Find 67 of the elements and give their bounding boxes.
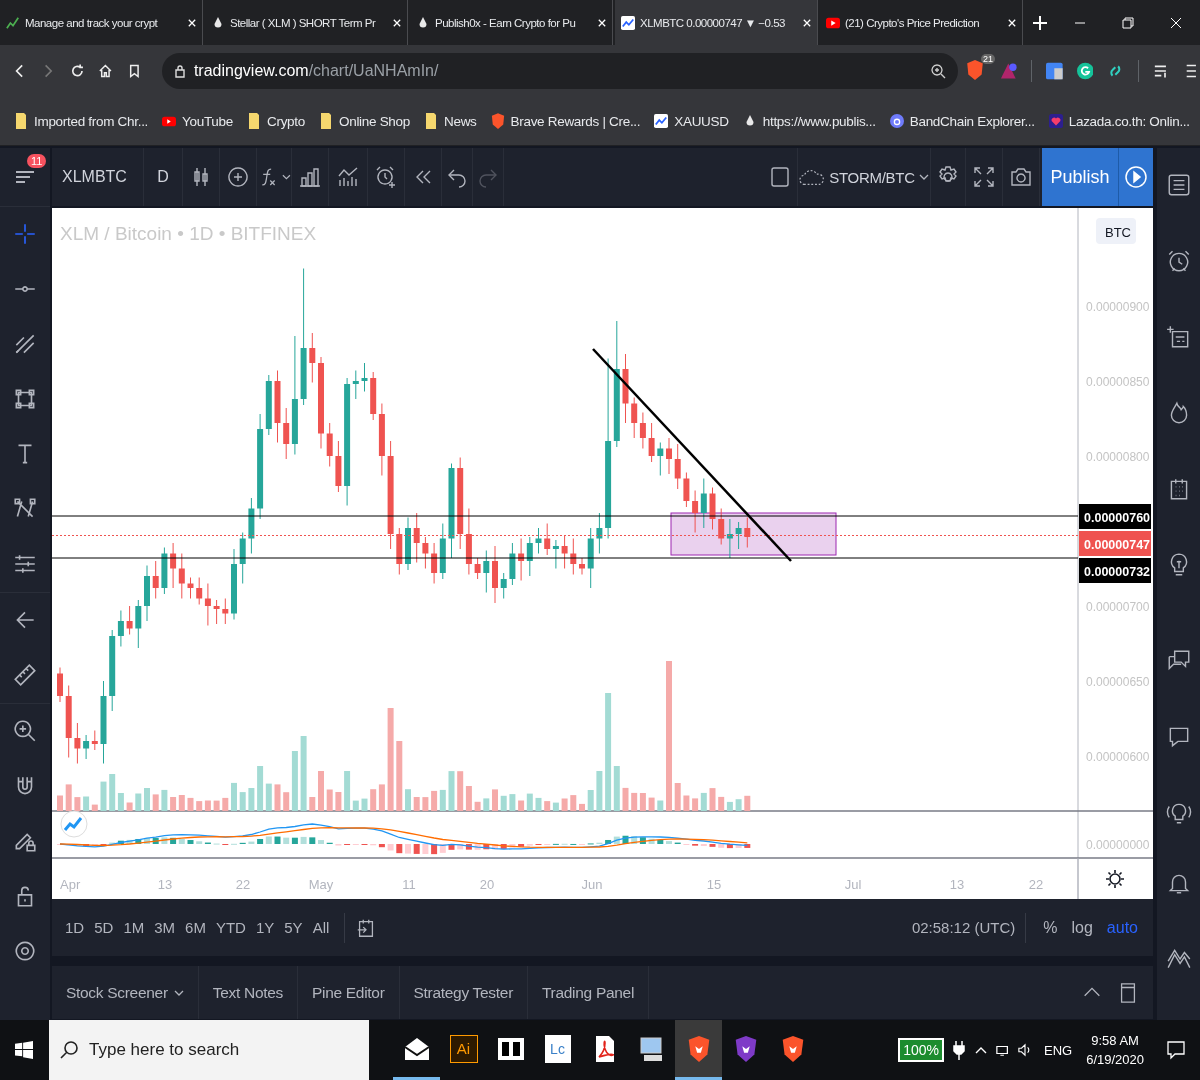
range-button[interactable]: 6M	[180, 915, 211, 940]
price-tick: 0.00000700	[1086, 600, 1150, 614]
panel-tab[interactable]: Stock Screener	[52, 966, 199, 1019]
bookmark[interactable]: https://www.publis...	[742, 112, 876, 130]
interval-button[interactable]: D	[144, 148, 183, 206]
range-button[interactable]: 5D	[89, 915, 119, 940]
bookmark[interactable]: Brave Rewards | Cre...	[490, 112, 641, 130]
taskbar-app[interactable]: Lc	[534, 1020, 581, 1080]
price-label: 0.00000732	[1079, 558, 1151, 583]
browser-tab[interactable]: XLMBTC 0.00000747 ▼ −0.53	[615, 0, 818, 45]
notification-badge: 11	[27, 154, 47, 168]
time-tick: 15	[706, 877, 722, 892]
search-bar[interactable]: Type here to search	[49, 1020, 369, 1080]
scale-toggle[interactable]: %	[1036, 914, 1065, 941]
search-field[interactable]: Type here to search	[87, 1039, 351, 1061]
time-tick: 13	[949, 877, 965, 892]
range-button[interactable]: 3M	[149, 915, 181, 940]
bookmark[interactable]: News	[424, 112, 477, 130]
panel-tab[interactable]: Pine Editor	[298, 966, 400, 1019]
time-tick: 20	[479, 877, 495, 892]
publish-button[interactable]: Publish	[1042, 148, 1118, 206]
app-icon: Ai	[449, 1034, 478, 1063]
price-tick: 0.00000000	[1086, 838, 1150, 852]
price-tick: 0.00000600	[1086, 750, 1150, 764]
time-tick: Apr	[60, 877, 81, 892]
range-button[interactable]: All	[307, 915, 335, 940]
range-button[interactable]: YTD	[210, 915, 251, 940]
shields-count: 21	[981, 54, 996, 64]
price-tick: 0.00000900	[1086, 300, 1150, 314]
bookmark[interactable]: YouTube	[162, 112, 233, 130]
price-tick: 0.00000650	[1086, 675, 1150, 689]
range-button[interactable]: 1Y	[250, 915, 280, 940]
time-tick: 22	[235, 877, 251, 892]
bookmark[interactable]: Online Shop	[318, 112, 410, 130]
time-tick: 22	[1028, 877, 1044, 892]
panel-tab[interactable]: Trading Panel	[528, 966, 650, 1019]
layout-button[interactable]: STORM/BTC	[798, 148, 931, 206]
address-field[interactable]: tradingview.com/chart/UaNHAmIn/	[161, 53, 959, 89]
clock-text: 02:58:12 (UTC)	[911, 919, 1016, 936]
app-icon: Lc	[544, 1034, 571, 1063]
bookmark[interactable]: Lazada.co.th: Onlin...	[1048, 112, 1190, 130]
battery-level[interactable]: 100%	[898, 1038, 944, 1062]
taskbar-app[interactable]: Ai	[440, 1020, 487, 1080]
price-tick: 0.00000800	[1086, 450, 1150, 464]
last-price-label: 0.00000747	[1079, 531, 1151, 556]
time-tick: 11	[402, 877, 416, 892]
currency-badge[interactable]: BTC	[1096, 218, 1136, 244]
symbol-search[interactable]: XLMBTC	[52, 148, 144, 206]
range-button[interactable]: 5Y	[279, 915, 308, 940]
scale-toggle[interactable]: log	[1064, 914, 1100, 941]
bookmark[interactable]: XAUUSD	[654, 112, 729, 130]
bookmark[interactable]: Crypto	[247, 112, 305, 130]
time-tick: Jul	[844, 877, 862, 892]
panel-tab[interactable]: Strategy Tester	[399, 966, 528, 1019]
time-tick: Jun	[581, 877, 603, 892]
bookmark[interactable]: BandChain Explorer...	[889, 112, 1035, 130]
clock-time[interactable]: 9:58 AM	[1091, 1033, 1139, 1048]
language-indicator[interactable]: ENG	[1044, 1042, 1073, 1058]
time-tick: May	[308, 877, 334, 892]
range-button[interactable]: 1M	[118, 915, 150, 940]
range-button[interactable]: 1D	[60, 915, 90, 940]
time-tick: 13	[157, 877, 173, 892]
panel-tab[interactable]: Text Notes	[198, 966, 298, 1019]
price-label: 0.00000760	[1079, 504, 1151, 529]
bookmark[interactable]: Imported from Chr...	[14, 112, 149, 130]
price-tick: 0.00000850	[1086, 375, 1150, 389]
clock-date[interactable]: 6/19/2020	[1086, 1052, 1144, 1067]
